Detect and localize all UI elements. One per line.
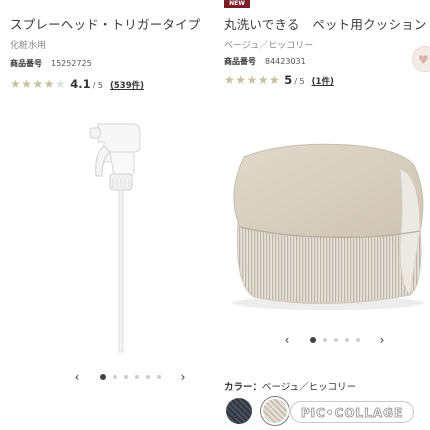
pager-dot[interactable] — [322, 338, 327, 342]
favorite-button[interactable]: ♥ — [412, 46, 430, 72]
pager-dot[interactable] — [344, 338, 349, 342]
image-pager-right: ‹ › — [280, 333, 389, 347]
heart-icon: ♥ — [418, 53, 429, 67]
pager-dot[interactable] — [134, 375, 139, 379]
pic-collage-watermark: PIC•COLLAGE — [290, 401, 414, 423]
pager-dot[interactable] — [112, 375, 117, 379]
product-image-pet-cushion[interactable] — [224, 135, 430, 315]
product-number: 商品番号 84423031 — [224, 56, 306, 67]
chevron-right-icon[interactable]: › — [176, 370, 190, 384]
pager-dots — [306, 337, 363, 343]
star-rating-icon: ★★★★★ — [224, 73, 281, 87]
watermark-text: PIC•COLLAGE — [300, 406, 404, 421]
pager-dot[interactable] — [99, 374, 106, 380]
pager-dot[interactable] — [123, 375, 128, 379]
new-badge: NEW — [224, 0, 250, 8]
pager-dot[interactable] — [309, 337, 316, 343]
spray-bottle-head-image — [89, 123, 141, 353]
color-label: カラー：ベージュ／ヒッコリー — [224, 379, 356, 393]
star-rating-icon: ★★★★★ — [10, 77, 67, 91]
product-image-spray-head[interactable] — [60, 112, 180, 357]
chevron-right-icon[interactable]: › — [375, 333, 389, 347]
pager-dot[interactable] — [145, 375, 150, 379]
color-swatch-beige-fill — [263, 399, 287, 423]
product-subtitle: 化粧水用 — [10, 41, 47, 51]
color-swatch-beige-hickory-selected[interactable] — [260, 396, 290, 426]
pager-dot[interactable] — [333, 338, 338, 342]
review-count-link[interactable]: (1件) — [312, 75, 334, 87]
product-subtitle: ベージュ／ヒッコリー — [224, 41, 314, 51]
product-number: 商品番号 15252725 — [10, 58, 92, 69]
rating-out-of: / 5 — [92, 81, 103, 90]
product-title[interactable]: 丸洗いできる ペット用クッション — [224, 14, 427, 33]
pager-dots — [96, 374, 164, 380]
rating-score: 4.1 — [70, 77, 91, 91]
product-number-label: 商品番号 — [10, 59, 42, 68]
product-number-value: 15252725 — [51, 59, 92, 68]
review-count-link[interactable]: (539件) — [110, 79, 144, 91]
product-number-label: 商品番号 — [224, 57, 256, 66]
pet-cushion-image — [232, 143, 424, 310]
image-pager-left: ‹ › — [70, 370, 190, 384]
pager-dot[interactable] — [355, 338, 360, 342]
color-label-key: カラー： — [224, 382, 263, 393]
chevron-left-icon[interactable]: ‹ — [70, 370, 84, 384]
rating-out-of: / 5 — [294, 77, 305, 86]
chevron-left-icon[interactable]: ‹ — [280, 333, 294, 347]
pager-dot[interactable] — [156, 375, 161, 379]
product-title[interactable]: スプレーヘッド・トリガータイプ — [10, 14, 201, 33]
color-swatch-navy-hickory[interactable] — [226, 398, 252, 424]
product-number-value: 84423031 — [265, 57, 306, 66]
rating-score: 5 — [284, 73, 293, 87]
rating: ★★★★★ 5 / 5 (1件) — [224, 73, 334, 87]
color-label-value: ベージュ／ヒッコリー — [262, 382, 357, 393]
rating: ★★★★★ 4.1 / 5 (539件) — [10, 77, 144, 91]
